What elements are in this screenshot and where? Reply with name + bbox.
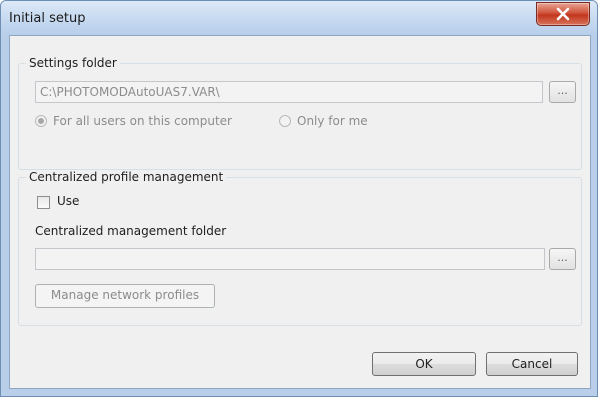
settings-folder-legend: Settings folder (29, 56, 117, 70)
radio-only-for-me[interactable]: Only for me (279, 114, 368, 128)
manage-network-profiles-button[interactable]: Manage network profiles (35, 284, 215, 308)
cancel-button[interactable]: Cancel (486, 352, 578, 376)
dialog-content: Settings folder C:\PHOTOMODAutoUAS7.VAR\… (9, 35, 591, 389)
centralized-profile-legend: Centralized profile management (29, 170, 224, 184)
radio-only-for-me-label: Only for me (297, 114, 368, 128)
radio-all-users-indicator[interactable] (35, 115, 47, 127)
centralized-profile-group: Centralized profile management Use Centr… (18, 170, 582, 326)
centralized-folder-browse-button[interactable]: ... (549, 248, 576, 270)
close-x-icon (556, 7, 570, 21)
close-button[interactable] (536, 2, 590, 26)
radio-only-for-me-indicator[interactable] (279, 115, 291, 127)
window-title: Initial setup (9, 11, 86, 26)
use-checkbox[interactable] (37, 196, 50, 209)
settings-folder-group: Settings folder C:\PHOTOMODAutoUAS7.VAR\… (18, 56, 582, 170)
dialog-window: Initial setup Settings folder C:\PHOTOMO… (0, 0, 598, 397)
centralized-folder-field[interactable] (35, 248, 545, 270)
centralized-folder-label: Centralized management folder (35, 224, 227, 238)
radio-all-users[interactable]: For all users on this computer (35, 114, 232, 128)
title-bar[interactable]: Initial setup (1, 1, 597, 35)
radio-all-users-label: For all users on this computer (53, 114, 232, 128)
use-checkbox-label: Use (57, 194, 80, 208)
settings-folder-path-field[interactable]: C:\PHOTOMODAutoUAS7.VAR\ (35, 81, 543, 103)
settings-folder-browse-button[interactable]: ... (549, 81, 576, 103)
ok-button[interactable]: OK (372, 352, 476, 376)
